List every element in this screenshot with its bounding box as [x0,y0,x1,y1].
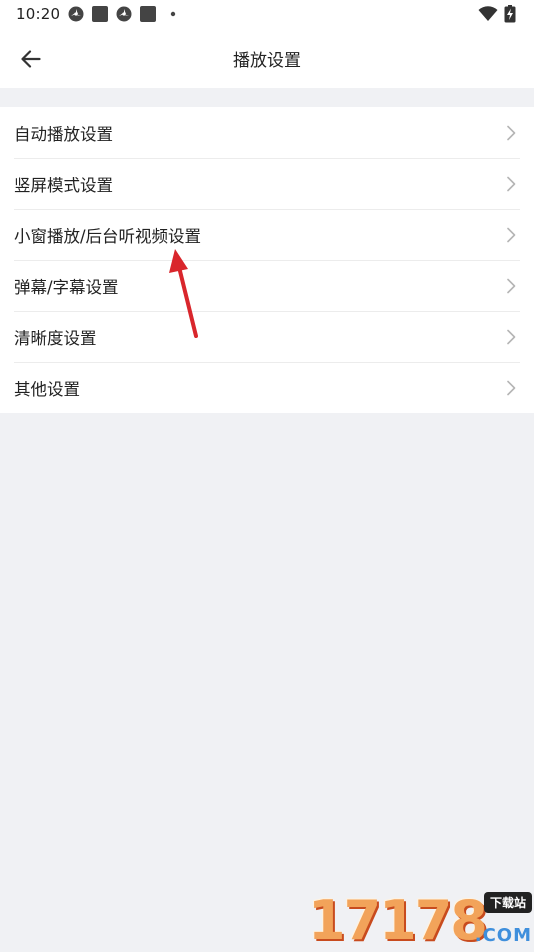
dot-icon [170,11,176,17]
settings-item-other[interactable]: 其他设置 [0,362,534,413]
chevron-right-icon [507,176,516,192]
settings-item-autoplay[interactable]: 自动播放设置 [0,107,534,158]
settings-item-label: 小窗播放/后台听视频设置 [14,226,202,246]
chevron-right-icon [507,329,516,345]
settings-item-label: 自动播放设置 [14,124,113,144]
settings-list: 自动播放设置 竖屏模式设置 小窗播放/后台听视频设置 弹幕/字幕设置 清晰度设置… [0,107,534,413]
settings-item-mini-window[interactable]: 小窗播放/后台听视频设置 [0,209,534,260]
status-time: 10:20 [16,5,61,23]
settings-item-danmaku-subtitle[interactable]: 弹幕/字幕设置 [0,260,534,311]
vpn-fan-icon [116,6,132,22]
settings-item-label: 其他设置 [14,379,80,399]
chevron-right-icon [507,125,516,141]
page-title: 播放设置 [233,51,301,71]
settings-item-label: 清晰度设置 [14,328,97,348]
watermark-badge: 下载站 [483,892,532,913]
settings-item-label: 弹幕/字幕设置 [14,277,119,297]
chevron-right-icon [507,278,516,294]
watermark-number: 17178 [308,889,488,952]
settings-item-label: 竖屏模式设置 [14,175,113,195]
wifi-icon [478,6,498,21]
app-square-icon [92,6,108,22]
red-arrow-icon [169,249,198,338]
watermark: 17178 下载站 .COM [308,888,534,950]
status-icons-right [478,5,520,23]
status-bar: 10:20 [0,0,534,28]
app-square-icon [140,6,156,22]
chevron-right-icon [507,380,516,396]
battery-charging-icon [504,5,516,23]
settings-item-portrait-mode[interactable]: 竖屏模式设置 [0,158,534,209]
app-header: 播放设置 [0,28,534,88]
vpn-fan-icon [68,6,84,22]
chevron-right-icon [507,227,516,243]
settings-item-resolution[interactable]: 清晰度设置 [0,311,534,362]
watermark-domain: .COM [474,925,532,946]
